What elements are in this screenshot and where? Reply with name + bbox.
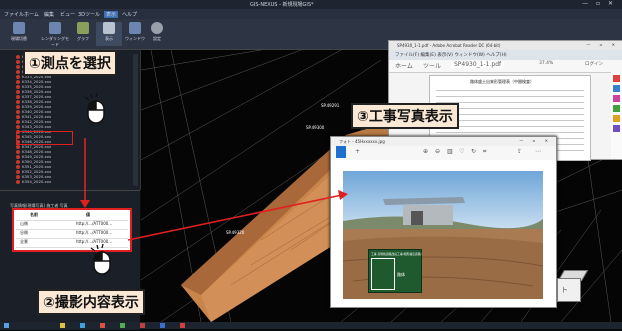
taskbar-icons[interactable] bbox=[0, 322, 622, 329]
taskbar bbox=[0, 322, 622, 329]
view-cube-label: ト bbox=[561, 286, 568, 294]
mouse-icon bbox=[90, 244, 111, 275]
step3-callout: ③工事写真表示 bbox=[351, 103, 459, 129]
step1-callout: ①測点を選択 bbox=[23, 50, 117, 76]
step2-callout: ②撮影内容表示 bbox=[37, 289, 145, 315]
mouse-icon bbox=[84, 93, 105, 124]
view-cube[interactable]: ト bbox=[557, 270, 589, 304]
